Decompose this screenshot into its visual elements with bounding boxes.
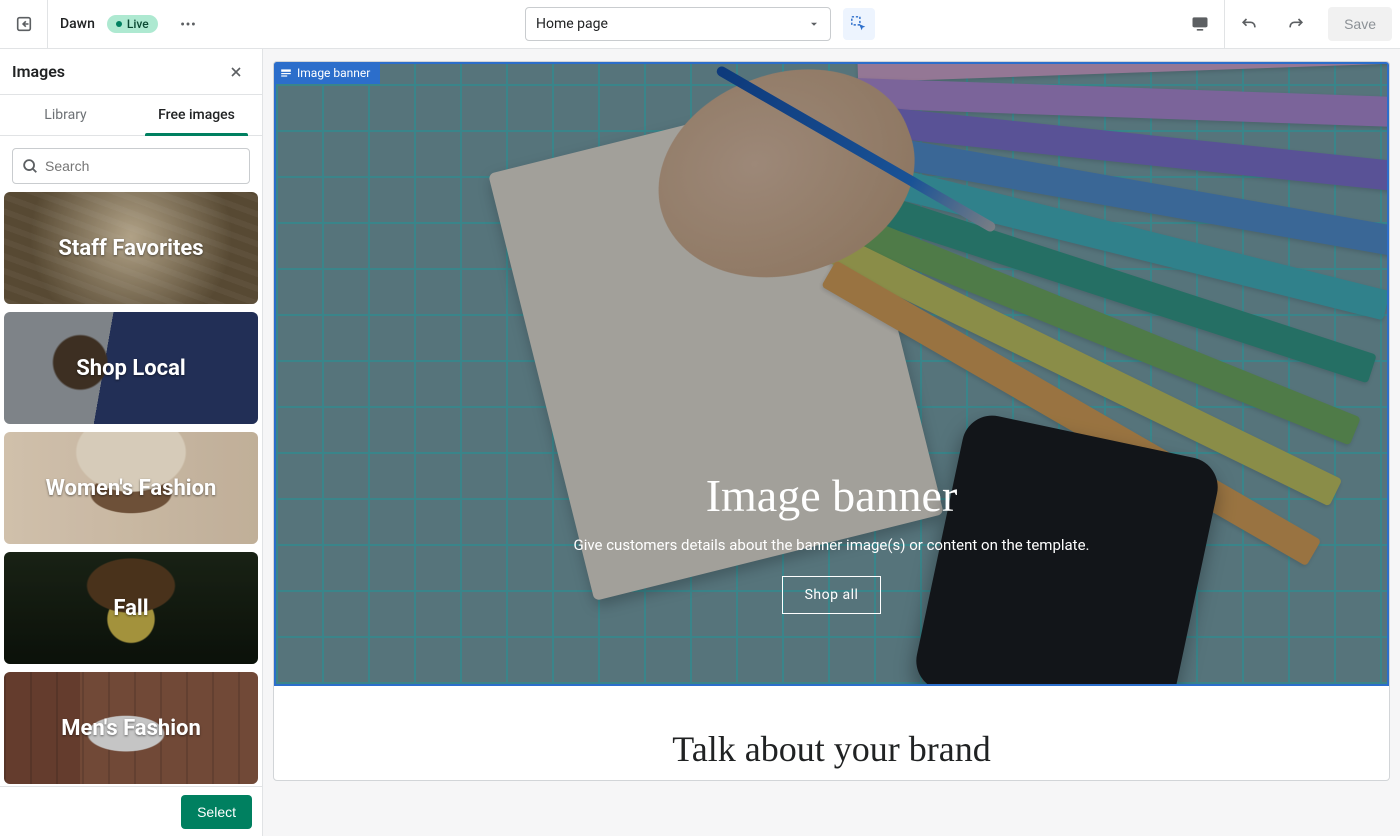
canvas-area[interactable]: Image banner xyxy=(263,49,1400,836)
page-select-value: Home page xyxy=(536,16,608,32)
section-icon xyxy=(280,67,292,79)
section-chip[interactable]: Image banner xyxy=(274,62,380,84)
banner-cta-button[interactable]: Shop all xyxy=(782,576,882,614)
redo-icon xyxy=(1286,14,1306,34)
category-label: Men's Fashion xyxy=(61,716,201,741)
banner-subheading[interactable]: Give customers details about the banner … xyxy=(573,536,1089,554)
inspector-cursor-icon xyxy=(850,15,868,33)
search-wrap xyxy=(0,136,262,192)
images-sidebar: Images Library Free images xyxy=(0,49,263,836)
section-chip-label: Image banner xyxy=(297,66,370,80)
live-badge-text: Live xyxy=(127,17,149,31)
tab-library[interactable]: Library xyxy=(0,95,131,135)
sidebar-close-button[interactable] xyxy=(222,58,250,86)
exit-icon xyxy=(15,15,33,33)
category-mens-fashion[interactable]: Men's Fashion xyxy=(4,672,258,784)
topbar-center: Home page xyxy=(525,7,875,41)
banner-heading[interactable]: Image banner xyxy=(573,469,1089,522)
live-badge: Live xyxy=(107,15,158,33)
preview-canvas: Image banner xyxy=(273,61,1390,781)
category-label: Shop Local xyxy=(76,356,186,381)
save-button[interactable]: Save xyxy=(1328,7,1392,41)
status-dot-icon xyxy=(116,21,122,27)
category-label: Fall xyxy=(113,596,148,621)
body: Images Library Free images xyxy=(0,49,1400,836)
sidebar-header: Images xyxy=(0,49,262,95)
search-input-field[interactable] xyxy=(45,158,241,174)
undo-icon xyxy=(1239,14,1259,34)
category-staff-favorites[interactable]: Staff Favorites xyxy=(4,192,258,304)
close-icon xyxy=(228,64,244,80)
category-shop-local[interactable]: Shop Local xyxy=(4,312,258,424)
category-label: Women's Fashion xyxy=(46,476,217,501)
desktop-icon xyxy=(1190,14,1210,34)
sidebar-tabs: Library Free images xyxy=(0,95,262,136)
category-list: Staff Favorites Shop Local Women's Fashi… xyxy=(0,192,262,786)
section-image-banner[interactable]: Image banner xyxy=(274,62,1389,686)
ellipsis-icon xyxy=(179,15,197,33)
redo-button[interactable] xyxy=(1272,0,1320,48)
exit-button[interactable] xyxy=(0,0,48,48)
top-bar: Dawn Live Home page Save xyxy=(0,0,1400,49)
search-input[interactable] xyxy=(12,148,250,184)
category-label: Staff Favorites xyxy=(58,236,203,261)
banner-content: Image banner Give customers details abou… xyxy=(573,469,1089,684)
viewport-desktop-button[interactable] xyxy=(1176,0,1224,48)
banner-image: Image banner Give customers details abou… xyxy=(276,64,1387,684)
section-rich-text[interactable]: Talk about your brand xyxy=(274,686,1389,780)
topbar-left: Dawn Live xyxy=(0,0,204,48)
theme-name: Dawn xyxy=(48,16,107,32)
category-fall[interactable]: Fall xyxy=(4,552,258,664)
sidebar-footer: Select xyxy=(0,786,262,836)
more-actions-button[interactable] xyxy=(172,8,204,40)
page-select[interactable]: Home page xyxy=(525,7,831,41)
undo-button[interactable] xyxy=(1224,0,1272,48)
category-womens-fashion[interactable]: Women's Fashion xyxy=(4,432,258,544)
tab-free-images[interactable]: Free images xyxy=(131,95,262,135)
inspector-button[interactable] xyxy=(843,8,875,40)
sidebar-title: Images xyxy=(12,62,65,81)
caret-down-icon xyxy=(808,18,820,30)
search-icon xyxy=(21,157,39,175)
rich-text-heading[interactable]: Talk about your brand xyxy=(274,728,1389,770)
topbar-right: Save xyxy=(1176,0,1400,48)
select-button[interactable]: Select xyxy=(181,795,252,829)
